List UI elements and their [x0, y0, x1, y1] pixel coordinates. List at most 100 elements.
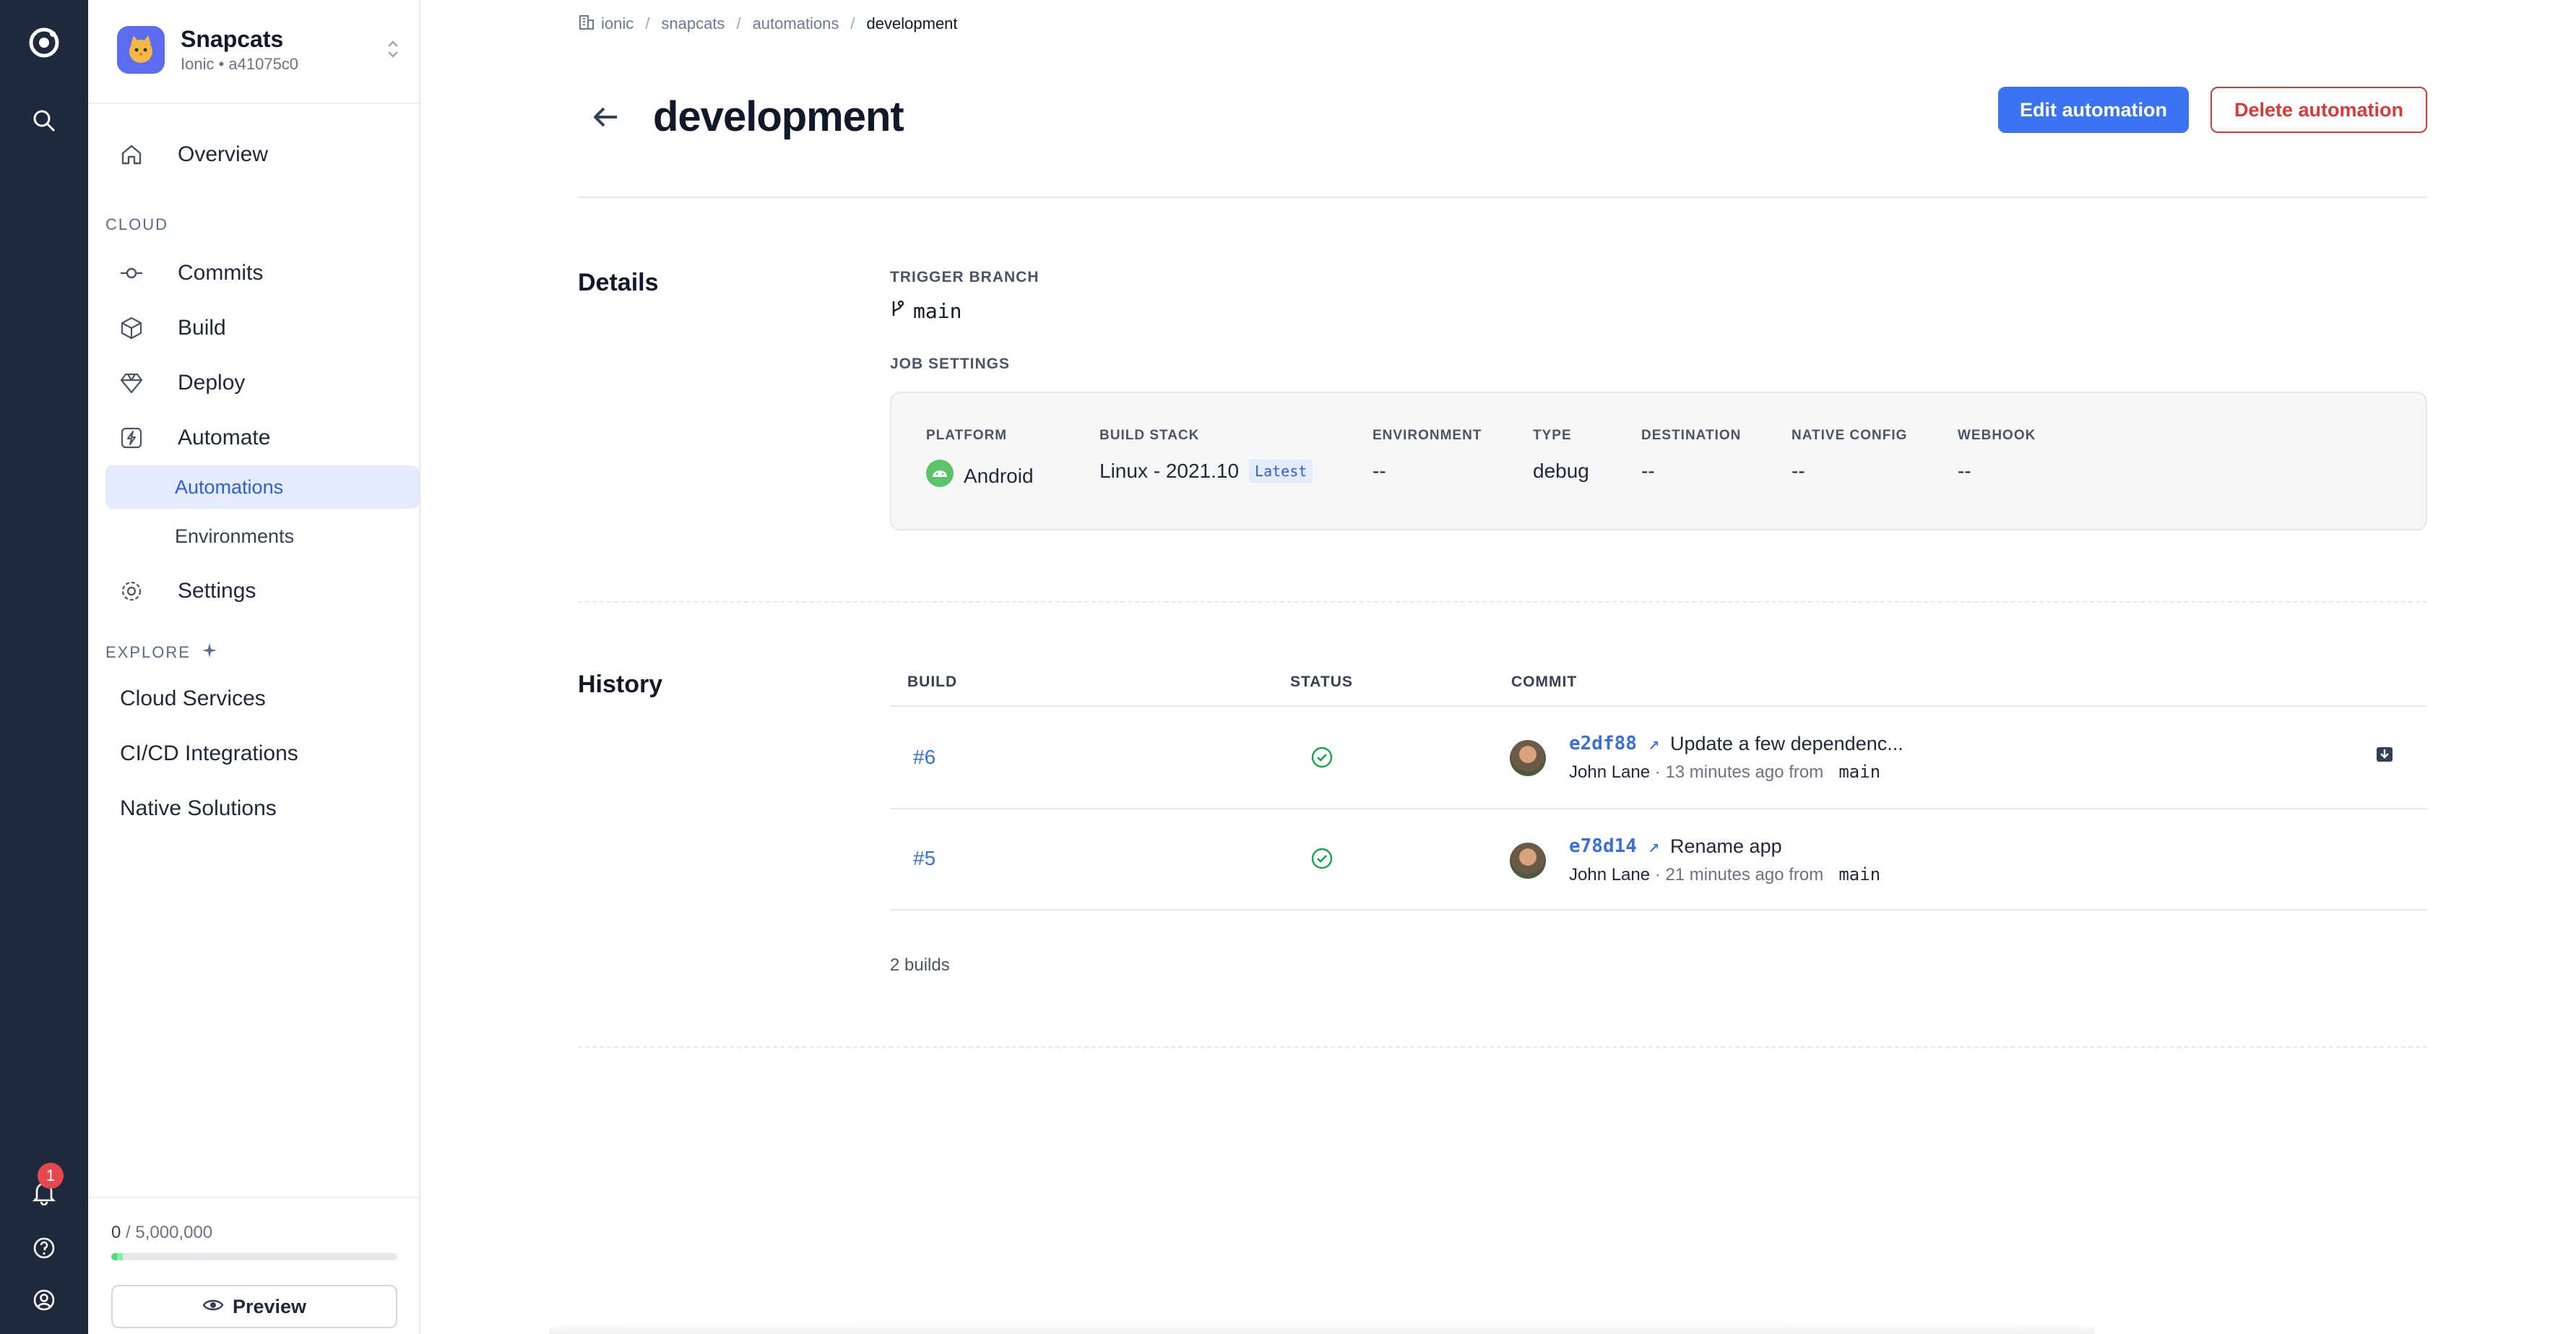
details-heading: Details: [578, 269, 659, 296]
column-header-build: BUILD: [907, 674, 958, 690]
success-check-icon: [1310, 746, 1334, 769]
page-title: development: [653, 93, 904, 140]
app-logo-icon: [117, 26, 165, 74]
commit-branch-name: main: [1828, 762, 1881, 782]
back-arrow-icon[interactable]: [587, 98, 624, 136]
sidebar-item-automations[interactable]: Automations: [105, 465, 419, 509]
sparkle-icon: [201, 642, 218, 663]
divider: [88, 1197, 419, 1198]
breadcrumb-ionic[interactable]: ionic: [601, 14, 634, 33]
sidebar: Snapcats Ionic • a41075c0 Overview CLOUD…: [88, 0, 420, 1334]
external-link-icon: ↗: [1648, 733, 1660, 754]
search-icon[interactable]: [26, 103, 62, 139]
sidebar-item-automate[interactable]: Automate: [110, 416, 399, 460]
section-label-explore: EXPLORE: [105, 642, 218, 663]
commit-time: · 13 minutes ago from: [1650, 762, 1828, 782]
build-stack-label: BUILD STACK: [1099, 428, 1200, 443]
sidebar-item-overview[interactable]: Overview: [110, 133, 399, 176]
build-number-link[interactable]: #5: [913, 847, 935, 870]
ionic-logo-icon[interactable]: [26, 25, 62, 61]
job-build-stack: BUILD STACK Linux - 2021.10 Latest: [1099, 428, 1313, 483]
job-webhook: WEBHOOK --: [1958, 428, 2036, 483]
explore-item-cicd-integrations[interactable]: CI/CD Integrations: [120, 741, 298, 766]
preview-label: Preview: [232, 1295, 307, 1317]
explore-item-cloud-services[interactable]: Cloud Services: [120, 687, 266, 711]
column-header-commit: COMMIT: [1511, 674, 1578, 690]
sidebar-item-settings[interactable]: Settings: [110, 569, 399, 613]
trigger-branch-name: main: [913, 299, 962, 323]
native-config-value: --: [1791, 460, 1805, 482]
sidebar-item-label: Overview: [178, 142, 269, 166]
build-number-link[interactable]: #6: [913, 746, 935, 769]
avatar: [1510, 843, 1546, 879]
breadcrumb-separator: /: [850, 14, 855, 33]
sidebar-item-label: Commits: [178, 261, 264, 285]
divider: [578, 601, 2427, 603]
usage-bar-fill: [111, 1253, 123, 1260]
commit-sha-link[interactable]: e78d14 ↗: [1569, 835, 1659, 857]
usage-count: 0 / 5,000,000: [111, 1223, 212, 1243]
app-name: Snapcats: [181, 26, 284, 52]
sidebar-item-label: Automate: [178, 426, 271, 449]
explore-item-native-solutions[interactable]: Native Solutions: [120, 796, 277, 821]
platform-label: PLATFORM: [926, 428, 1008, 443]
history-heading: History: [578, 671, 663, 698]
success-check-icon: [1310, 847, 1334, 870]
preview-button[interactable]: Preview: [111, 1285, 397, 1328]
app-rail: 1: [0, 0, 88, 1334]
breadcrumb-automations[interactable]: automations: [753, 14, 839, 33]
building-icon: [578, 13, 595, 35]
environment-label: ENVIRONMENT: [1373, 428, 1482, 443]
job-settings-label: JOB SETTINGS: [890, 356, 1011, 372]
delete-automation-button[interactable]: Delete automation: [2210, 87, 2427, 133]
job-destination: DESTINATION --: [1641, 428, 1741, 483]
chevron-up-down-icon[interactable]: [384, 35, 402, 64]
section-label-text: EXPLORE: [105, 643, 191, 661]
account-icon[interactable]: [26, 1282, 62, 1318]
commit-author: John Lane: [1569, 865, 1651, 885]
app-subtitle: Ionic • a41075c0: [181, 55, 299, 73]
avatar: [1510, 740, 1546, 776]
trigger-branch-value: main: [890, 299, 961, 323]
environment-value: --: [1373, 460, 1386, 482]
help-icon[interactable]: [26, 1230, 62, 1266]
cube-icon: [117, 314, 146, 343]
latest-badge: Latest: [1249, 460, 1313, 483]
sidebar-item-commits[interactable]: Commits: [110, 251, 399, 295]
commit-sha: e2df88: [1569, 733, 1637, 754]
breadcrumb: ionic / snapcats / automations / develop…: [578, 13, 958, 35]
notification-badge: 1: [38, 1163, 64, 1189]
type-label: TYPE: [1533, 428, 1572, 443]
usage-used: 0: [111, 1223, 121, 1242]
table-divider: [890, 705, 2427, 707]
sidebar-item-environments[interactable]: Environments: [105, 515, 419, 558]
job-native-config: NATIVE CONFIG --: [1791, 428, 1907, 483]
usage-bar: [111, 1253, 397, 1260]
divider: [578, 1046, 2427, 1048]
build-stack-value: Linux - 2021.10 Latest: [1099, 460, 1313, 483]
sidebar-item-deploy[interactable]: Deploy: [110, 361, 399, 405]
builds-count: 2 builds: [890, 955, 950, 975]
footer-shadow: [549, 1321, 2095, 1334]
type-value: debug: [1533, 460, 1589, 482]
column-header-status: STATUS: [1290, 674, 1353, 690]
commit-time: · 21 minutes ago from: [1650, 865, 1828, 885]
breadcrumb-current: development: [866, 14, 958, 33]
webhook-value: --: [1958, 460, 1971, 482]
download-icon[interactable]: [2374, 743, 2395, 765]
trigger-branch-label: TRIGGER BRANCH: [890, 269, 1040, 285]
sidebar-item-label: Deploy: [178, 371, 246, 395]
edit-automation-button[interactable]: Edit automation: [1998, 87, 2189, 133]
commit-sha-link[interactable]: e2df88 ↗: [1569, 733, 1659, 754]
build-stack-text: Linux - 2021.10: [1099, 460, 1240, 482]
commit-meta: John Lane · 13 minutes ago from ⑂ main: [1569, 762, 1880, 783]
destination-value: --: [1641, 460, 1655, 482]
commit-message: Rename app: [1670, 835, 1782, 857]
platform-value: Android: [926, 460, 1034, 492]
sidebar-item-label: Build: [178, 316, 226, 340]
app-switcher[interactable]: Snapcats Ionic • a41075c0: [88, 0, 419, 104]
commit-author: John Lane: [1569, 762, 1651, 782]
sidebar-item-build[interactable]: Build: [110, 306, 399, 350]
breadcrumb-snapcats[interactable]: snapcats: [661, 14, 725, 33]
home-icon: [117, 140, 146, 169]
